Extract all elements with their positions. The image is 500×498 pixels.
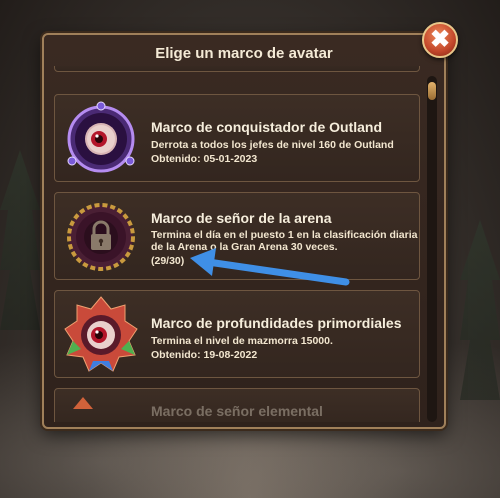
frame-name: Marco de señor de la arena xyxy=(151,210,332,226)
frame-description: Termina el nivel de mazmorra 15000. xyxy=(151,335,333,347)
frame-name: Marco de señor elemental xyxy=(151,403,323,419)
crystal-eye-frame-icon xyxy=(64,296,138,372)
elemental-frame-icon xyxy=(73,397,93,409)
list-item[interactable] xyxy=(54,66,420,72)
frame-item-elemental[interactable]: Marco de señor elemental xyxy=(54,388,420,422)
frame-name: Marco de conquistador de Outland xyxy=(151,119,383,135)
background-tree xyxy=(0,150,40,330)
frame-obtained-date: Obtenido: 05-01-2023 xyxy=(151,153,258,165)
frame-description: Termina el día en el puesto 1 en la clas… xyxy=(151,229,418,253)
close-icon: ✖ xyxy=(429,26,451,53)
frame-item-outland[interactable]: Marco de conquistador de Outland Derrota… xyxy=(54,94,420,182)
purple-eye-frame-icon xyxy=(67,101,135,173)
frame-progress: (29/30) xyxy=(151,255,185,267)
scroll-thumb[interactable] xyxy=(428,82,436,100)
dialog-title: Elige un marco de avatar xyxy=(155,45,333,62)
frame-name: Marco de profundidades primordiales xyxy=(151,315,402,331)
locked-arena-frame-icon xyxy=(67,203,135,271)
frame-description: Derrota a todos los jefes de nivel 160 d… xyxy=(151,139,394,151)
scrollbar[interactable] xyxy=(427,76,437,422)
frame-item-arena[interactable]: Marco de señor de la arena Termina el dí… xyxy=(54,192,420,280)
frame-obtained-date: Obtenido: 19-08-2022 xyxy=(151,349,258,361)
close-button[interactable]: ✖ xyxy=(422,22,458,58)
frame-item-primordial[interactable]: Marco de profundidades primordiales Term… xyxy=(54,290,420,378)
background-tree xyxy=(460,220,500,400)
frame-list[interactable]: Marco de conquistador de Outland Derrota… xyxy=(52,66,422,422)
